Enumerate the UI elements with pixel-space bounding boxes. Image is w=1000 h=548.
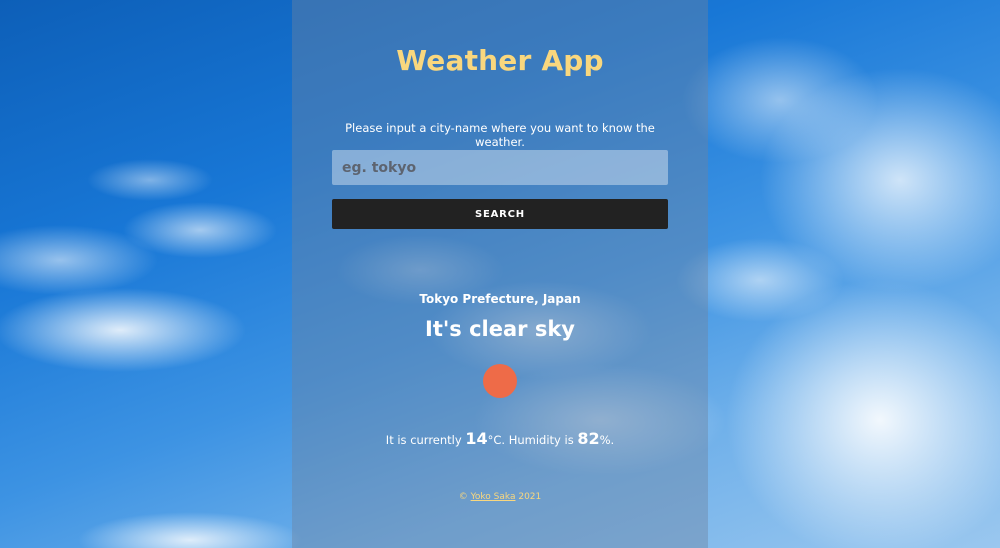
search-button[interactable]: SEARCH <box>332 199 668 229</box>
weather-panel: Weather App Please input a city-name whe… <box>292 0 708 548</box>
copyright-year: 2021 <box>515 492 542 502</box>
sun-icon <box>483 364 517 398</box>
search-prompt: Please input a city-name where you want … <box>345 121 655 149</box>
copyright-symbol: © <box>458 492 471 502</box>
app-title: Weather App <box>396 44 604 77</box>
city-search-input[interactable] <box>332 150 668 185</box>
temperature-unit: °C. Humidity is <box>487 433 578 447</box>
humidity-unit: %. <box>599 433 615 447</box>
location-label: Tokyo Prefecture, Japan <box>419 292 581 306</box>
weather-stats: It is currently 14°C. Humidity is 82%. <box>292 429 708 448</box>
footer: © Yoko Saka 2021 <box>292 492 708 502</box>
humidity-value: 82 <box>577 429 600 448</box>
weather-page: Weather App Please input a city-name whe… <box>0 0 1000 548</box>
weather-condition: It's clear sky <box>425 317 575 341</box>
stats-prefix: It is currently <box>385 433 466 447</box>
temperature-value: 14 <box>465 429 488 448</box>
author-link[interactable]: Yoko Saka <box>471 492 516 502</box>
